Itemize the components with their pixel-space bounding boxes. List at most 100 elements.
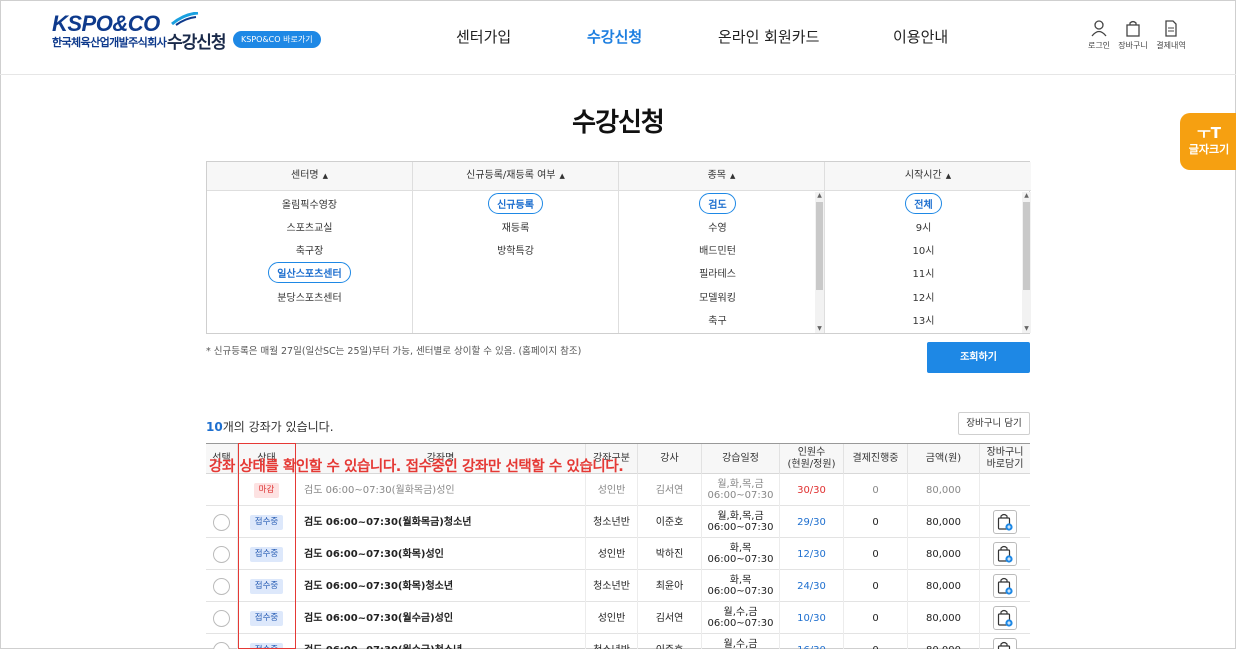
table-row[interactable]: 접수중 검도 06:00~07:30(월화목금)청소년 청소년반 이준호 월,화,목,금… (206, 506, 1030, 538)
filter-option[interactable]: 축구 (619, 312, 816, 327)
add-to-cart-button[interactable]: 장바구니 담기 (958, 412, 1030, 435)
login-link[interactable]: 로그인 (1081, 20, 1117, 51)
filter-header-sport[interactable]: 종목 ▲ (619, 162, 824, 191)
add-to-cart-icon[interactable] (993, 510, 1017, 534)
teacher-name: 이준호 (638, 506, 702, 538)
course-schedule-text: 화,목 06:00~07:30 (707, 543, 774, 565)
course-price: 80,000 (908, 602, 980, 634)
kspo-shortcut-button[interactable]: KSPO&CO 바로가기 (233, 31, 321, 48)
course-schedule: 월,수,금 06:00~07:30 (702, 634, 780, 649)
filter-option[interactable]: 10시 (825, 242, 1022, 257)
nav-usage-guide[interactable]: 이용안내 (893, 26, 948, 47)
registration-note: * 신규등록은 매월 27일(일산SC는 25일)부터 가능, 센터별로 상이할… (206, 346, 582, 357)
scrollbar-thumb[interactable] (816, 202, 823, 290)
result-count: 10개의 강좌가 있습니다. (206, 418, 334, 435)
filter-option[interactable]: 재등록 (413, 219, 618, 234)
kspo-logo[interactable]: KSPO&CO 한국체육산업개발주식회사 (52, 11, 199, 52)
course-select-radio[interactable] (213, 545, 230, 563)
course-select-radio[interactable] (213, 609, 230, 627)
course-name: 검도 06:00~07:30(화목)청소년 (296, 570, 586, 602)
filter-option[interactable]: 배드민턴 (619, 242, 816, 257)
font-size-button[interactable]: ㅜT 글자크기 (1180, 113, 1236, 170)
filter-option-selected[interactable]: 일산스포츠센터 (207, 262, 412, 283)
column-header-schedule: 강습일정 (702, 444, 780, 474)
pending-count: 0 (844, 602, 908, 634)
add-to-cart-icon[interactable] (993, 638, 1017, 649)
scroll-down-icon[interactable]: ▼ (1022, 325, 1031, 333)
table-row[interactable]: 접수중 검도 06:00~07:30(화목)성인 성인반 박하진 화,목 06:00~0… (206, 538, 1030, 570)
cart-link[interactable]: 장바구니 (1115, 20, 1151, 51)
course-category-text: 청소년반 (593, 580, 630, 592)
quick-cart-cell (980, 538, 1030, 570)
teacher-name: 김서연 (638, 602, 702, 634)
add-to-cart-icon[interactable] (993, 606, 1017, 630)
filter-option[interactable]: 스포츠교실 (207, 219, 412, 234)
scrollbar-thumb[interactable] (1023, 202, 1030, 290)
logo-wordmark: KSPO&CO (52, 11, 160, 36)
filter-header-label: 종목 (707, 170, 726, 181)
filter-header-registration-type[interactable]: 신규등록/재등록 여부 ▲ (413, 162, 618, 191)
pending-count: 0 (844, 538, 908, 570)
filter-option[interactable]: 수영 (619, 219, 816, 234)
filter-option[interactable]: 13시 (825, 312, 1022, 327)
scrollbar[interactable]: ▲ ▼ (815, 192, 824, 333)
nav-center-join[interactable]: 센터가입 (456, 26, 511, 47)
table-row[interactable]: 접수중 검도 06:00~07:30(월수금)성인 성인반 김서연 월,수,금 06:0… (206, 602, 1030, 634)
course-category-text: 성인반 (597, 548, 626, 560)
filter-header-label: 신규등록/재등록 여부 (466, 170, 556, 181)
payment-history-link[interactable]: 결제내역 (1153, 20, 1189, 51)
table-row[interactable]: 접수중 검도 06:00~07:30(화목)청소년 청소년반 최윤아 화,목 06:00… (206, 570, 1030, 602)
search-button[interactable]: 조회하기 (927, 342, 1030, 373)
filter-option-selected[interactable]: 신규등록 (413, 193, 618, 214)
filter-column-registration-type: 신규등록/재등록 여부 ▲ 신규등록 재등록 방학특강 (413, 162, 619, 333)
filter-option[interactable]: 12시 (825, 289, 1022, 304)
filter-option[interactable]: 9시 (825, 219, 1022, 234)
pending-count-text: 0 (872, 516, 879, 528)
select-cell (206, 570, 238, 602)
filter-option[interactable]: 11시 (825, 265, 1022, 280)
result-count-number: 10 (206, 420, 223, 434)
course-price-text: 80,000 (926, 548, 961, 560)
scroll-up-icon[interactable]: ▲ (1022, 192, 1031, 200)
cart-label: 장바구니 (1118, 41, 1148, 50)
course-price: 80,000 (908, 538, 980, 570)
nav-course-registration[interactable]: 수강신청 (587, 26, 642, 47)
filter-option[interactable]: 방학특강 (413, 242, 618, 257)
teacher-name-text: 김서연 (655, 484, 684, 496)
teacher-name-text: 이준호 (656, 645, 684, 649)
course-select-radio[interactable] (213, 513, 230, 531)
course-name-text: 검도 06:00~07:30(화목)청소년 (304, 580, 454, 592)
filter-option[interactable]: 모델워킹 (619, 289, 816, 304)
course-name: 검도 06:00~07:30(월수금)청소년 (296, 634, 586, 649)
column-header-pending: 결제진행중 (844, 444, 908, 474)
filter-option-selected[interactable]: 전체 (825, 193, 1022, 214)
course-category: 성인반 (586, 538, 638, 570)
column-header-quick-cart: 장바구니 바로담기 (986, 447, 1024, 470)
course-price: 80,000 (908, 634, 980, 649)
filter-option[interactable]: 올림픽수영장 (207, 196, 412, 211)
result-count-text: 개의 강좌가 있습니다. (222, 420, 334, 434)
pending-count: 0 (844, 634, 908, 649)
nav-online-member-card[interactable]: 온라인 회원카드 (718, 26, 819, 47)
filter-option[interactable]: 필라테스 (619, 265, 816, 280)
course-select-radio[interactable] (213, 577, 230, 595)
table-row[interactable]: 접수중검도 06:00~07:30(월수금)청소년청소년반이준호월,수,금 06… (206, 634, 1030, 649)
status-annotation: 강좌 상태를 확인할 수 있습니다. 접수중인 강좌만 선택할 수 있습니다. (209, 459, 624, 475)
filter-header-start-time[interactable]: 시작시간 ▲ (825, 162, 1031, 191)
filter-column-center: 센터명 ▲ 올림픽수영장 스포츠교실 축구장 일산스포츠센터 분당스포츠센터 (207, 162, 413, 333)
scroll-down-icon[interactable]: ▼ (815, 325, 824, 333)
pending-count-text: 0 (872, 580, 879, 592)
add-to-cart-icon[interactable] (993, 574, 1017, 598)
font-size-icon: ㅜT (1196, 124, 1222, 142)
scrollbar[interactable]: ▲ ▼ (1022, 192, 1031, 333)
course-select-radio[interactable] (213, 641, 230, 649)
column-header-capacity: 인원수 (현원/정원) (780, 444, 844, 474)
column-header-price: 금액(원) (908, 444, 980, 474)
filter-header-center[interactable]: 센터명 ▲ (207, 162, 412, 191)
teacher-name: 최윤아 (638, 570, 702, 602)
add-to-cart-icon[interactable] (993, 542, 1017, 566)
filter-option[interactable]: 분당스포츠센터 (207, 289, 412, 304)
filter-option[interactable]: 축구장 (207, 242, 412, 257)
scroll-up-icon[interactable]: ▲ (815, 192, 824, 200)
filter-option-selected[interactable]: 검도 (619, 193, 816, 214)
